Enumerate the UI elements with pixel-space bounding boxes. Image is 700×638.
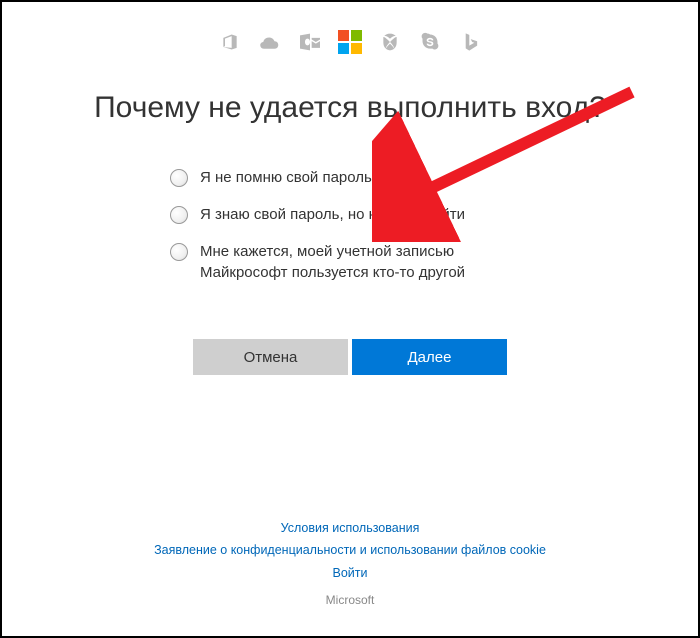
option-account-compromised[interactable]: Мне кажется, моей учетной записью Майкро…: [170, 241, 560, 283]
footer: Условия использования Заявление о конфид…: [2, 517, 698, 612]
option-label: Я знаю свой пароль, но не могу войти: [200, 204, 465, 225]
office-icon: [218, 30, 242, 54]
header-product-icons: [2, 2, 698, 64]
cancel-button[interactable]: Отмена: [193, 339, 348, 375]
terms-link[interactable]: Условия использования: [281, 521, 420, 535]
radio-icon[interactable]: [170, 206, 188, 224]
radio-icon[interactable]: [170, 243, 188, 261]
brand-label: Microsoft: [2, 590, 698, 612]
button-row: Отмена Далее: [2, 339, 698, 375]
option-know-password-cant-signin[interactable]: Я знаю свой пароль, но не могу войти: [170, 204, 560, 225]
microsoft-logo-icon: [338, 30, 362, 54]
options-group: Я не помню свой пароль Я знаю свой парол…: [140, 167, 560, 283]
signin-link[interactable]: Войти: [333, 566, 368, 580]
option-forgot-password[interactable]: Я не помню свой пароль: [170, 167, 560, 188]
outlook-icon: [298, 30, 322, 54]
page-title: Почему не удается выполнить вход?: [2, 88, 698, 127]
skype-icon: [418, 30, 442, 54]
next-button[interactable]: Далее: [352, 339, 507, 375]
option-label: Я не помню свой пароль: [200, 167, 372, 188]
onedrive-icon: [258, 30, 282, 54]
privacy-link[interactable]: Заявление о конфиденциальности и использ…: [154, 543, 546, 557]
radio-icon[interactable]: [170, 169, 188, 187]
bing-icon: [458, 30, 482, 54]
option-label: Мне кажется, моей учетной записью Майкро…: [200, 241, 500, 283]
xbox-icon: [378, 30, 402, 54]
